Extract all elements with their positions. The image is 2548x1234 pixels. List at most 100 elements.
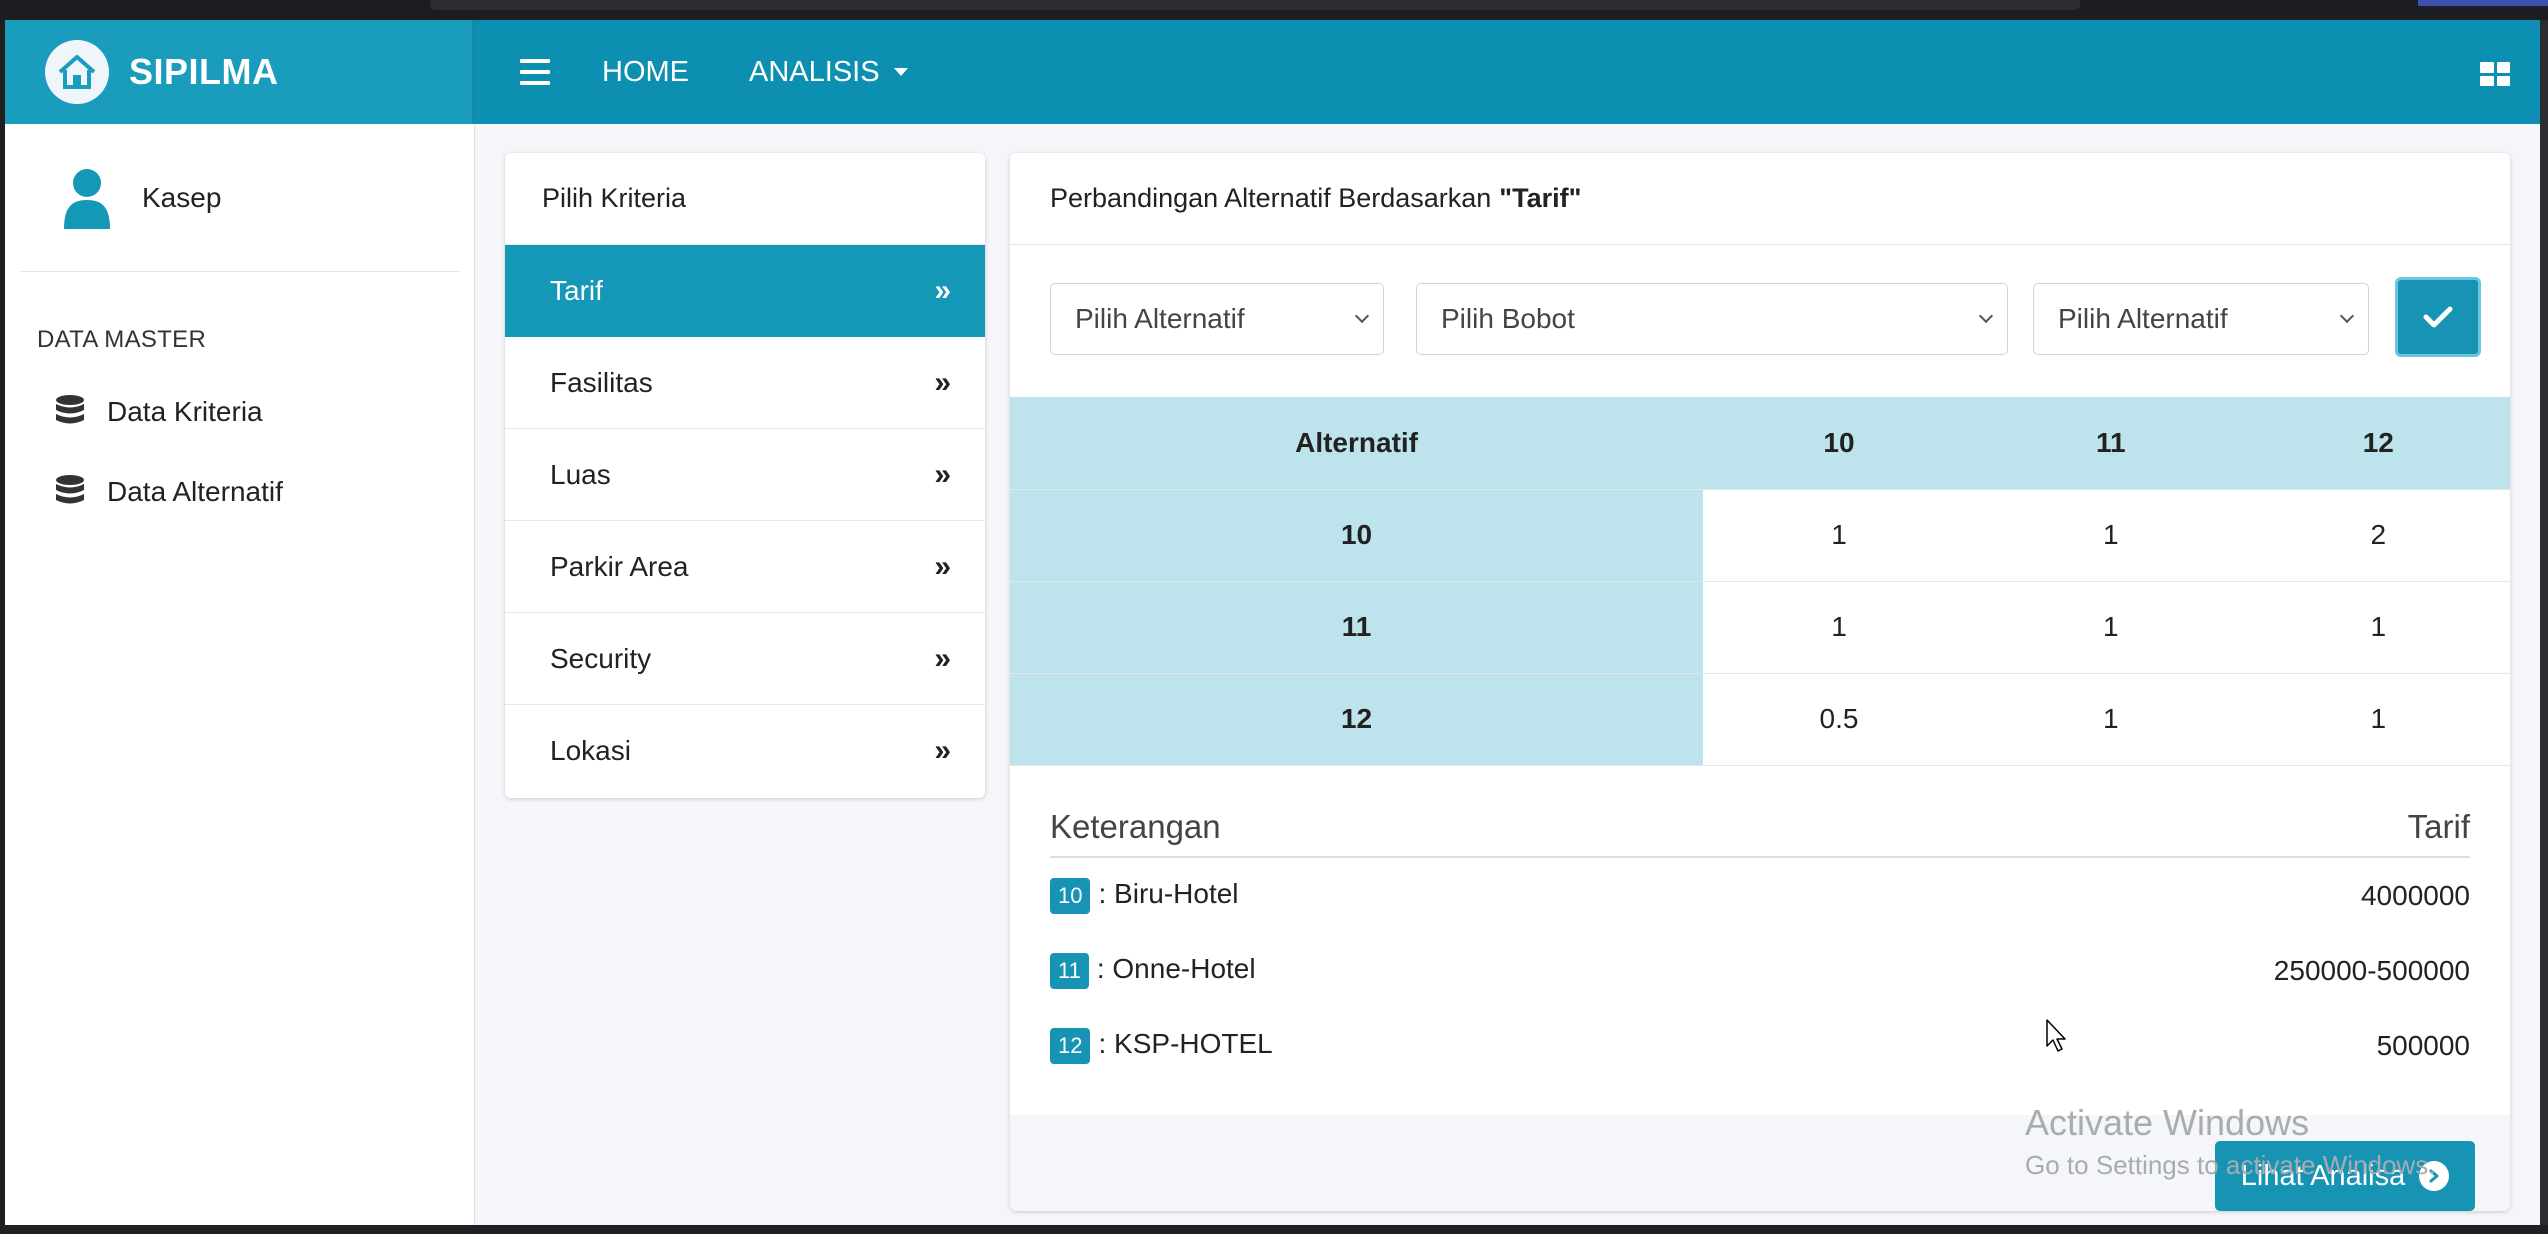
chevron-down-icon (2339, 308, 2355, 324)
table-row: 12 0.5 1 1 (1010, 673, 2510, 766)
vertical-scrollbar[interactable] (2540, 20, 2548, 1225)
list-item: 11: Onne-Hotel 250000-500000 (1050, 933, 2470, 1008)
matrix-cell: 0.5 (1703, 673, 1975, 766)
sidebar-item-data-kriteria[interactable]: Data Kriteria (5, 372, 474, 452)
comparison-card: Perbandingan Alternatif Berdasarkan "Tar… (1010, 153, 2510, 1211)
user-name: Kasep (142, 181, 222, 213)
list-item: 10: Biru-Hotel 4000000 (1050, 858, 2470, 933)
sidebar-item-label: Data Alternatif (107, 476, 283, 507)
sidebar-section-header: DATA MASTER (37, 326, 207, 353)
comparison-title-prefix: Perbandingan Alternatif Berdasarkan (1050, 183, 1492, 213)
criteria-item-label: Lokasi (550, 735, 631, 766)
matrix-cell: 1 (1974, 581, 2247, 674)
double-chevron-right-icon: » (934, 273, 951, 307)
alternative-name: : Onne-Hotel (1096, 952, 1256, 984)
nav-home[interactable]: HOME (602, 56, 689, 89)
matrix-cell: 1 (2246, 673, 2510, 766)
select-value: Pilih Alternatif (1075, 303, 1245, 334)
matrix-cell: 1 (1974, 673, 2247, 766)
matrix-header-cell: 10 (1703, 397, 1975, 490)
select-value: Pilih Bobot (1441, 303, 1575, 334)
database-icon (56, 395, 84, 424)
sidebar-item-label: Data Kriteria (107, 396, 263, 427)
checkmark-icon (2423, 306, 2453, 328)
list-item: 12: KSP-HOTEL 500000 (1050, 1008, 2470, 1083)
nav-home-label: HOME (602, 55, 689, 88)
criteria-item-parkir-area[interactable]: Parkir Area » (505, 521, 985, 613)
watermark-line-1: Activate Windows (2025, 1102, 2310, 1143)
select-value: Pilih Alternatif (2058, 303, 2228, 334)
chevron-down-icon (1978, 308, 1994, 324)
comparison-form: Pilih Alternatif Pilih Bobot Pilih Alter… (1010, 277, 2510, 363)
nav-analisis-label: ANALISIS (749, 55, 880, 88)
matrix-cell: 1 (1703, 581, 1975, 674)
user-panel[interactable]: Kasep (20, 124, 459, 272)
criteria-item-label: Fasilitas (550, 366, 653, 398)
table-row: 10 1 1 2 (1010, 489, 2510, 582)
select-bobot[interactable]: Pilih Bobot (1416, 283, 2008, 355)
matrix-row-label: 10 (1010, 489, 1704, 582)
sidebar-item-data-alternatif[interactable]: Data Alternatif (5, 452, 474, 532)
database-icon (56, 475, 84, 504)
select-alternatif-1[interactable]: Pilih Alternatif (1050, 283, 1384, 355)
grid-apps-icon[interactable] (2480, 62, 2510, 86)
comparison-matrix: Alternatif 10 11 12 10 1 1 2 11 1 1 1 12… (1010, 397, 2510, 766)
alternative-name: : KSP-HOTEL (1098, 1027, 1273, 1059)
keterangan-name: 11: Onne-Hotel (1050, 952, 1256, 989)
browser-tab-bar (430, 0, 2080, 10)
comparison-title-criteria: "Tarif" (1499, 183, 1582, 213)
keterangan-header-left: Keterangan (1050, 808, 1221, 845)
matrix-header-cell: 11 (1974, 397, 2247, 490)
criteria-title: Pilih Kriteria (505, 153, 985, 245)
select-alternatif-2[interactable]: Pilih Alternatif (2033, 283, 2369, 355)
windows-activation-watermark: Activate Windows Go to Settings to activ… (2025, 1102, 2435, 1181)
double-chevron-right-icon: » (934, 365, 951, 399)
alternative-id-badge: 12 (1050, 1027, 1091, 1064)
alternative-name: : Biru-Hotel (1098, 877, 1239, 909)
criteria-item-lokasi[interactable]: Lokasi » (505, 705, 985, 797)
nav-analisis[interactable]: ANALISIS (749, 56, 908, 89)
matrix-header-row: Alternatif 10 11 12 (1010, 397, 2510, 490)
top-navbar: HOME ANALISIS (475, 20, 2540, 124)
chevron-down-icon (1354, 308, 1370, 324)
criteria-item-label: Parkir Area (550, 550, 689, 582)
double-chevron-right-icon: » (934, 549, 951, 583)
criteria-item-label: Tarif (550, 274, 603, 306)
keterangan-name: 10: Biru-Hotel (1050, 877, 1239, 914)
double-chevron-right-icon: » (934, 734, 951, 767)
alternative-value: 250000-500000 (2273, 954, 2470, 986)
house-logo-icon (45, 40, 109, 104)
criteria-item-security[interactable]: Security » (505, 613, 985, 705)
alternative-value: 4000000 (2360, 879, 2470, 911)
keterangan-header: Keterangan Tarif (1050, 798, 2470, 858)
alternative-id-badge: 10 (1050, 877, 1091, 914)
comparison-title: Perbandingan Alternatif Berdasarkan "Tar… (1010, 153, 2510, 245)
matrix-cell: 2 (2246, 489, 2510, 582)
browser-accent (2418, 0, 2548, 6)
alternative-id-badge: 11 (1050, 952, 1089, 989)
matrix-row-label: 11 (1010, 581, 1704, 674)
criteria-item-label: Security (550, 642, 652, 674)
criteria-item-luas[interactable]: Luas » (505, 429, 985, 521)
table-row: 11 1 1 1 (1010, 581, 2510, 674)
taskbar-strip (0, 1225, 2548, 1234)
matrix-cell: 1 (1703, 489, 1975, 582)
keterangan-section: Keterangan Tarif 10: Biru-Hotel 4000000 … (1050, 798, 2470, 1083)
mouse-cursor-icon (2046, 1019, 2066, 1052)
matrix-header-cell: 12 (2246, 397, 2510, 490)
keterangan-name: 12: KSP-HOTEL (1050, 1027, 1273, 1064)
alternative-value: 500000 (2376, 1029, 2470, 1061)
sidebar: Kasep DATA MASTER Data Kriteria Data Alt… (5, 124, 475, 1225)
double-chevron-right-icon: » (934, 641, 951, 675)
watermark-line-2: Go to Settings to activate Windows. (2025, 1150, 2436, 1180)
matrix-header-cell: Alternatif (1010, 397, 1704, 490)
matrix-cell: 1 (1974, 489, 2247, 582)
criteria-item-tarif[interactable]: Tarif » (505, 245, 985, 337)
submit-check-button[interactable] (2395, 277, 2481, 357)
criteria-item-label: Luas (550, 458, 611, 490)
caret-down-icon (893, 68, 908, 76)
brand[interactable]: SIPILMA (5, 20, 475, 124)
hamburger-menu-icon[interactable] (520, 59, 550, 85)
matrix-cell: 1 (2246, 581, 2510, 674)
criteria-item-fasilitas[interactable]: Fasilitas » (505, 337, 985, 429)
